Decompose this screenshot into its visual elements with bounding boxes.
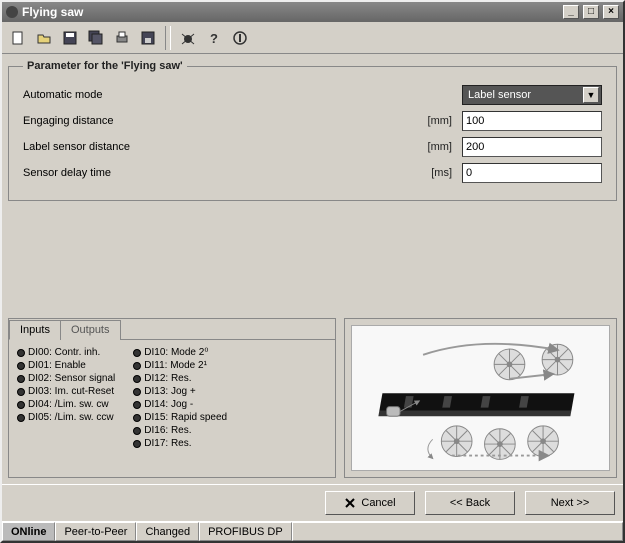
close-button[interactable]: × (603, 5, 619, 19)
led-icon (133, 401, 141, 409)
bug-icon[interactable] (176, 26, 200, 50)
label-engaging-distance: Engaging distance (23, 115, 203, 127)
svg-text:?: ? (210, 31, 218, 46)
led-icon (133, 375, 141, 383)
titlebar: Flying saw _ □ × (2, 2, 623, 22)
di-04: DI04: /Lim. sw. cw (17, 398, 115, 411)
label-lsd: Label sensor distance (23, 141, 203, 153)
next-button[interactable]: Next >> (525, 491, 615, 515)
row-label-sensor-distance: Label sensor distance [mm] (23, 134, 602, 160)
unit-engaging-distance: [mm] (412, 115, 452, 127)
engaging-distance-input[interactable] (462, 111, 602, 131)
minimize-button[interactable]: _ (563, 5, 579, 19)
led-icon (17, 349, 25, 357)
led-icon (17, 362, 25, 370)
di-col-right: DI10: Mode 2⁰ DI11: Mode 2¹ DI12: Res. D… (133, 346, 227, 450)
maximize-button[interactable]: □ (583, 5, 599, 19)
di-13: DI13: Jog + (133, 385, 227, 398)
toolbar-separator (165, 26, 171, 50)
toolbar: ? (2, 22, 623, 54)
app-window: Flying saw _ □ × ? Parameter for the 'Fl… (0, 0, 625, 543)
client-area: Parameter for the 'Flying saw' Automatic… (2, 54, 623, 484)
label-sensor-distance-input[interactable] (462, 137, 602, 157)
inputs-list: DI00: Contr. inh. DI01: Enable DI02: Sen… (9, 340, 335, 456)
di-05: DI05: /Lim. sw. ccw (17, 411, 115, 424)
wizard-buttons: Cancel << Back Next >> (2, 484, 623, 521)
unit-sensor-delay: [ms] (412, 167, 452, 179)
save-all-icon[interactable] (84, 26, 108, 50)
back-button[interactable]: << Back (425, 491, 515, 515)
tab-outputs[interactable]: Outputs (60, 320, 121, 340)
status-changed: Changed (136, 522, 199, 541)
group-legend: Parameter for the 'Flying saw' (23, 60, 187, 72)
led-icon (133, 388, 141, 396)
unit-lsd: [mm] (412, 141, 452, 153)
app-icon (6, 6, 18, 18)
status-online[interactable]: ONline (2, 522, 55, 541)
row-engaging-distance: Engaging distance [mm] (23, 108, 602, 134)
di-15: DI15: Rapid speed (133, 411, 227, 424)
automatic-mode-value: Label sensor (468, 89, 531, 101)
automatic-mode-select[interactable]: Label sensor ▼ (462, 85, 602, 105)
di-col-left: DI00: Contr. inh. DI01: Enable DI02: Sen… (17, 346, 115, 450)
led-icon (17, 375, 25, 383)
di-00: DI00: Contr. inh. (17, 346, 115, 359)
param-group: Parameter for the 'Flying saw' Automatic… (8, 60, 617, 201)
save-icon[interactable] (58, 26, 82, 50)
label-sensor-delay: Sensor delay time (23, 167, 203, 179)
print-icon[interactable] (110, 26, 134, 50)
di-02: DI02: Sensor signal (17, 372, 115, 385)
sensor-delay-input[interactable] (462, 163, 602, 183)
help-icon[interactable]: ? (202, 26, 226, 50)
status-peer[interactable]: Peer-to-Peer (55, 522, 136, 541)
row-sensor-delay: Sensor delay time [ms] (23, 160, 602, 186)
cancel-button[interactable]: Cancel (325, 491, 415, 515)
new-icon[interactable] (6, 26, 30, 50)
label-automatic-mode: Automatic mode (23, 89, 203, 101)
di-17: DI17: Res. (133, 437, 227, 450)
open-icon[interactable] (32, 26, 56, 50)
di-10: DI10: Mode 2⁰ (133, 346, 227, 359)
row-automatic-mode: Automatic mode Label sensor ▼ (23, 82, 602, 108)
led-icon (133, 440, 141, 448)
window-title: Flying saw (22, 5, 83, 19)
chevron-down-icon: ▼ (583, 87, 599, 103)
di-16: DI16: Res. (133, 424, 227, 437)
di-12: DI12: Res. (133, 372, 227, 385)
di-14: DI14: Jog - (133, 398, 227, 411)
led-icon (133, 427, 141, 435)
led-icon (17, 414, 25, 422)
io-panel: Inputs Outputs DI00: Contr. inh. DI01: E… (8, 318, 336, 478)
status-profibus: PROFIBUS DP (199, 522, 292, 541)
about-icon[interactable] (228, 26, 252, 50)
diagram-panel (344, 318, 617, 478)
di-03: DI03: Im. cut-Reset (17, 385, 115, 398)
di-01: DI01: Enable (17, 359, 115, 372)
cancel-icon (344, 497, 356, 509)
led-icon (133, 414, 141, 422)
led-icon (133, 349, 141, 357)
tab-inputs[interactable]: Inputs (9, 320, 61, 340)
led-icon (17, 401, 25, 409)
di-11: DI11: Mode 2¹ (133, 359, 227, 372)
flying-saw-diagram (351, 325, 610, 471)
led-icon (133, 362, 141, 370)
lower-panels: Inputs Outputs DI00: Contr. inh. DI01: E… (8, 318, 617, 478)
status-spacer (292, 522, 623, 541)
io-tabs: Inputs Outputs (9, 319, 335, 340)
led-icon (17, 388, 25, 396)
statusbar: ONline Peer-to-Peer Changed PROFIBUS DP (2, 521, 623, 541)
export-icon[interactable] (136, 26, 160, 50)
